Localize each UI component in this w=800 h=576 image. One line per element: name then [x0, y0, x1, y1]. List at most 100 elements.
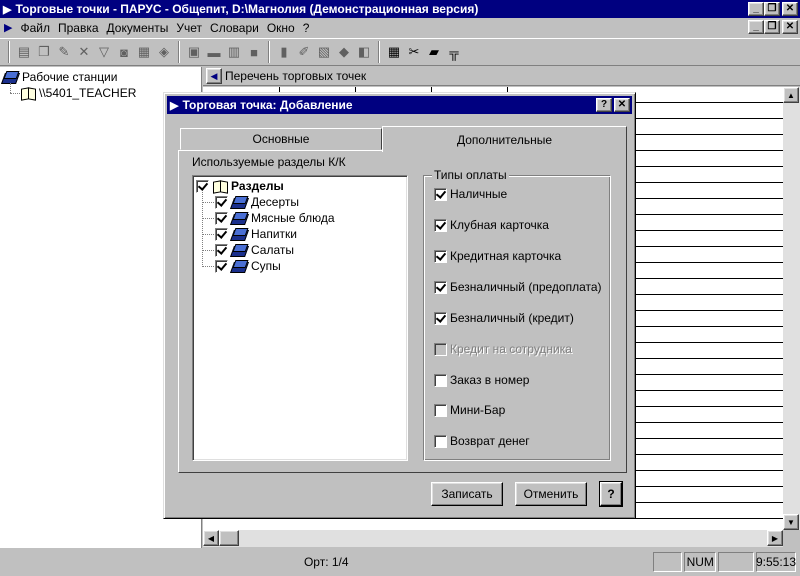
notebook-icon[interactable]: ▮: [274, 41, 294, 63]
filter-icon[interactable]: ▽: [94, 41, 114, 63]
dialog-titlebar[interactable]: ▶ Торговая точка: Добавление ? ✕: [167, 96, 632, 114]
section-label: Мясные блюда: [251, 211, 335, 225]
group-icon[interactable]: ◆: [334, 41, 354, 63]
section-root-checkbox[interactable]: [196, 179, 209, 193]
copy-doc-icon[interactable]: ❐: [34, 41, 54, 63]
mdi-minimize-button[interactable]: _: [748, 20, 764, 34]
clipboard-icon[interactable]: ▧: [314, 41, 334, 63]
table-icon[interactable]: ▥: [224, 41, 244, 63]
payment-checkbox[interactable]: [434, 311, 447, 325]
payment-checkbox[interactable]: [434, 249, 447, 263]
folder-icon[interactable]: ▰: [424, 41, 444, 63]
payment-option[interactable]: Безналичный (кредит): [434, 310, 574, 326]
save-button[interactable]: Записать: [431, 482, 503, 506]
print-icon[interactable]: ▦: [134, 41, 154, 63]
window-title: Торговые точки - ПАРУС - Общепит, D:\Маг…: [15, 2, 479, 16]
section-root[interactable]: Разделы: [196, 178, 284, 194]
dialog-close-button[interactable]: ✕: [614, 98, 630, 112]
sections-tree[interactable]: Разделы Десерты Мясные блюда Напитки Сал…: [192, 175, 408, 461]
status-record: Орт: 1/4: [303, 555, 349, 569]
section-checkbox[interactable]: [215, 243, 228, 257]
back-arrow-icon[interactable]: ◀: [206, 68, 222, 84]
edit-doc-icon[interactable]: ✎: [54, 41, 74, 63]
toolbar-separator: [378, 41, 380, 63]
scroll-left-button[interactable]: ◀: [203, 530, 219, 546]
tree-root[interactable]: Рабочие станции: [2, 69, 117, 85]
payment-option[interactable]: Безналичный (предоплата): [434, 279, 602, 295]
payment-option[interactable]: Мини-Бар: [434, 402, 505, 418]
tab-additional[interactable]: Дополнительные: [382, 126, 627, 152]
section-checkbox[interactable]: [215, 195, 228, 209]
tree-folder-icon[interactable]: ╦: [444, 41, 464, 63]
new-doc-icon[interactable]: ▤: [14, 41, 34, 63]
open-book-icon: [212, 179, 228, 193]
section-checkbox[interactable]: [215, 259, 228, 273]
delete-icon[interactable]: ✕: [74, 41, 94, 63]
scroll-up-button[interactable]: ▲: [783, 87, 799, 103]
close-button[interactable]: ✕: [782, 2, 798, 16]
tree-item-workstation[interactable]: \\5401_TEACHER: [20, 85, 136, 101]
vertical-scrollbar[interactable]: ▲ ▼: [783, 87, 800, 530]
bookmark-icon[interactable]: ◧: [354, 41, 374, 63]
section-item[interactable]: Десерты: [202, 194, 299, 210]
tree-root-label: Рабочие станции: [22, 70, 118, 84]
tab-main[interactable]: Основные: [180, 128, 382, 150]
mdi-doc-icon[interactable]: ▶: [4, 21, 12, 34]
print-preview-icon[interactable]: ◙: [114, 41, 134, 63]
section-checkbox[interactable]: [215, 211, 228, 225]
menu-file[interactable]: Файл: [16, 21, 54, 35]
mdi-restore-button[interactable]: ❐: [764, 20, 780, 34]
payment-checkbox[interactable]: [434, 403, 447, 417]
scroll-down-button[interactable]: ▼: [783, 514, 799, 530]
payment-checkbox[interactable]: [434, 434, 447, 448]
payment-label: Безналичный (предоплата): [450, 280, 602, 294]
calculator-icon[interactable]: ▦: [384, 41, 404, 63]
dialog-help-button[interactable]: ?: [596, 98, 612, 112]
section-item[interactable]: Мясные блюда: [202, 210, 335, 226]
mdi-close-button[interactable]: ✕: [782, 20, 798, 34]
menu-window[interactable]: Окно: [263, 21, 299, 35]
scroll-thumb[interactable]: [219, 530, 239, 546]
section-checkbox[interactable]: [215, 227, 228, 241]
restore-button[interactable]: ❐: [764, 2, 780, 16]
cancel-button[interactable]: Отменить: [515, 482, 587, 506]
help-button[interactable]: ?: [599, 481, 623, 507]
payment-checkbox[interactable]: [434, 187, 447, 201]
menu-dictionaries[interactable]: Словари: [206, 21, 263, 35]
scroll-right-button[interactable]: ▶: [767, 530, 783, 546]
status-empty-panel: [718, 552, 754, 572]
section-item[interactable]: Супы: [202, 258, 281, 274]
workstation-icon[interactable]: ▣: [184, 41, 204, 63]
block-icon[interactable]: ■: [244, 41, 264, 63]
payment-option[interactable]: Возврат денег: [434, 433, 530, 449]
minimize-button[interactable]: _: [748, 2, 764, 16]
payment-label: Наличные: [450, 187, 508, 201]
menu-bar: ▶ Файл Правка Документы Учет Словари Окн…: [0, 18, 800, 37]
horizontal-scrollbar[interactable]: ◀ ▶: [203, 530, 783, 547]
menu-edit[interactable]: Правка: [54, 21, 103, 35]
section-label: Напитки: [251, 227, 297, 241]
payment-option[interactable]: Заказ в номер: [434, 372, 529, 388]
payment-option[interactable]: Кредитная карточка: [434, 248, 561, 264]
card-icon[interactable]: ▬: [204, 41, 224, 63]
window-titlebar[interactable]: ▶ Торговые точки - ПАРУС - Общепит, D:\М…: [0, 0, 800, 18]
wrench-icon[interactable]: ✂: [404, 41, 424, 63]
payment-option[interactable]: Клубная карточка: [434, 217, 549, 233]
menu-documents[interactable]: Документы: [103, 21, 173, 35]
section-item[interactable]: Напитки: [202, 226, 297, 242]
book-icon: [231, 212, 247, 225]
book-icon: [231, 244, 247, 257]
payment-option[interactable]: Наличные: [434, 186, 507, 202]
tools-edit-icon[interactable]: ✐: [294, 41, 314, 63]
book-icon: [231, 260, 247, 273]
menu-help[interactable]: ?: [299, 21, 314, 35]
menu-accounting[interactable]: Учет: [172, 21, 206, 35]
section-item[interactable]: Салаты: [202, 242, 294, 258]
section-label: Десерты: [251, 195, 300, 209]
payment-checkbox[interactable]: [434, 373, 447, 387]
add-trade-point-dialog: ▶ Торговая точка: Добавление ? ✕ Основны…: [163, 92, 636, 519]
open-book-icon: [20, 86, 36, 100]
payment-checkbox[interactable]: [434, 218, 447, 232]
package-icon[interactable]: ◈: [154, 41, 174, 63]
payment-checkbox[interactable]: [434, 280, 447, 294]
